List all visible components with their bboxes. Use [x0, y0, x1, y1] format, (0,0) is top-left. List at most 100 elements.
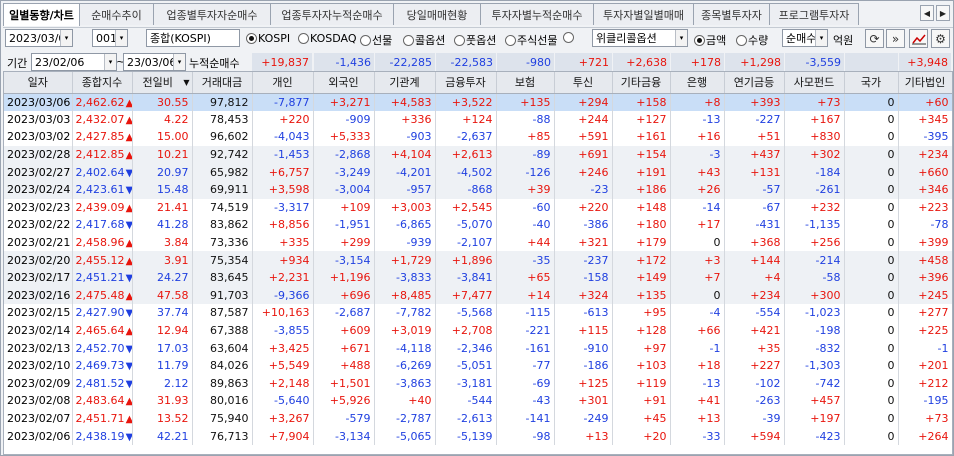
investor-cell: -6,269 [374, 356, 436, 375]
radio-dot-icon[interactable] [505, 34, 516, 46]
table-row[interactable]: 2023/02/072,451.71▲13.5275,940+3,267-579… [4, 409, 952, 428]
investor-cell: +13 [670, 409, 725, 428]
radio-mradios-0[interactable]: KOSPI [246, 32, 290, 45]
table-row[interactable]: 2023/02/082,483.64▲31.9380,016-5,640+5,9… [4, 392, 952, 410]
investor-cell: +7,904 [252, 427, 314, 445]
radio-mradios-6[interactable] [563, 32, 575, 43]
investor-cell: 0 [844, 180, 899, 199]
sort-dropdown-icon[interactable]: ▼ [183, 78, 189, 87]
market-code-dropdown-icon[interactable]: ▾ [115, 30, 127, 46]
radio-uradios-0[interactable]: 금액 [694, 32, 726, 48]
table-row[interactable]: 2023/02/282,412.85▲10.2192,742-1,453-2,8… [4, 145, 952, 164]
type-dropdown-icon[interactable]: ▾ [815, 30, 827, 46]
type-select[interactable]: 순매수 ▾ [782, 29, 828, 47]
tab-6[interactable]: 투자자별일별매매 [593, 3, 694, 25]
radio-dot-icon[interactable] [694, 34, 705, 46]
tab-4[interactable]: 당일매매현황 [393, 3, 481, 25]
column-header-4[interactable]: 개인 [252, 72, 314, 94]
column-header-14[interactable]: 국가 [844, 72, 899, 94]
tab-3[interactable]: 업종투자자누적순매수 [270, 3, 394, 25]
chart-icon[interactable] [909, 29, 928, 48]
investor-cell: +97 [612, 339, 671, 357]
from-calendar-icon[interactable]: ▾ [104, 54, 116, 70]
investor-daily-table[interactable]: 일자 종합지수 전일비 ▼ 거래대금 개인 외국인 기관계 금융투자 보험 투신 기타금융 은행 연기금등… [3, 71, 953, 455]
radio-mradios-3[interactable]: 콜옵션 [403, 32, 445, 48]
tab-8[interactable]: 프로그램투자자 [769, 3, 859, 25]
market-code-input[interactable]: 001 ▾ [92, 29, 128, 47]
radio-dot-icon[interactable] [360, 34, 371, 46]
next-icon[interactable]: » [886, 29, 905, 48]
column-header-5[interactable]: 외국인 [313, 72, 375, 94]
trade-value-cell: 83,645 [192, 268, 253, 287]
calendar-dropdown-icon[interactable]: ▾ [60, 30, 72, 46]
tab-1[interactable]: 순매수추이 [79, 3, 154, 25]
date-cell: 2023/02/15 [4, 304, 73, 322]
column-header-10[interactable]: 기타금융 [612, 72, 671, 94]
radio-mradios-1[interactable]: KOSDAQ [298, 32, 357, 45]
period-to-input[interactable]: 23/03/06 ▾ [123, 53, 186, 71]
column-header-2[interactable]: 전일비 ▼ [132, 72, 193, 94]
index-cell: 2,452.70▼ [72, 339, 133, 357]
table-row[interactable]: 2023/03/062,462.62▲30.5597,812-7,877+3,2… [4, 93, 952, 111]
radio-dot-icon[interactable] [246, 33, 257, 44]
column-header-8[interactable]: 보험 [496, 72, 555, 94]
period-from-input[interactable]: 23/02/06 ▾ [31, 53, 117, 71]
tab-0[interactable]: 일별동향/차트 [3, 3, 80, 26]
tab-next-button[interactable]: ▶ [936, 5, 950, 21]
column-header-6[interactable]: 기관계 [374, 72, 436, 94]
weekly-option-select[interactable]: 위클리콜옵션 ▾ [592, 29, 688, 47]
weekly-option-dropdown-icon[interactable]: ▾ [675, 30, 687, 46]
table-row[interactable]: 2023/02/152,427.90▼37.7487,587+10,163-2,… [4, 304, 952, 322]
column-header-3[interactable]: 거래대금 [192, 72, 253, 94]
investor-cell: -263 [724, 392, 785, 410]
refresh-icon[interactable]: ⟳ [865, 29, 884, 48]
column-header-7[interactable]: 금융투자 [435, 72, 497, 94]
table-row[interactable]: 2023/02/212,458.96▲3.8473,336+335+299-93… [4, 233, 952, 252]
radio-dot-icon[interactable] [563, 32, 574, 43]
column-header-11[interactable]: 은행 [670, 72, 725, 94]
radio-mradios-4[interactable]: 풋옵션 [454, 32, 496, 48]
table-row[interactable]: 2023/02/272,402.64▼20.9765,982+6,757-3,2… [4, 163, 952, 181]
column-header-13[interactable]: 사모펀드 [784, 72, 845, 94]
column-header-1[interactable]: 종합지수 [72, 72, 133, 94]
table-row[interactable]: 2023/03/032,432.07▲4.2278,453+220-909+33… [4, 110, 952, 129]
radio-dot-icon[interactable] [298, 33, 309, 44]
gear-icon[interactable]: ⚙ [931, 29, 950, 48]
market-code-value: 001 [96, 31, 117, 45]
investor-cell: +161 [612, 128, 671, 146]
investor-cell: +3,598 [252, 180, 314, 199]
radio-dot-icon[interactable] [454, 34, 465, 46]
radio-mradios-5[interactable]: 주식선물 [505, 32, 557, 48]
table-row[interactable]: 2023/02/142,465.64▲12.9467,388-3,855+609… [4, 321, 952, 340]
table-row[interactable]: 2023/02/232,439.09▲21.4174,519-3,317+109… [4, 198, 952, 217]
to-calendar-icon[interactable]: ▾ [173, 54, 185, 70]
column-header-12[interactable]: 연기금등 [724, 72, 785, 94]
investor-cell: +3,019 [374, 321, 436, 340]
table-row[interactable]: 2023/02/242,423.61▼15.4869,911+3,598-3,0… [4, 180, 952, 199]
table-row[interactable]: 2023/02/102,469.73▼11.7984,026+5,549+488… [4, 356, 952, 375]
column-header-15[interactable]: 기타법인 [898, 72, 952, 94]
table-row[interactable]: 2023/02/222,417.68▼41.2883,862+8,856-1,9… [4, 216, 952, 234]
table-row[interactable]: 2023/02/162,475.48▲47.5891,703-9,366+696… [4, 286, 952, 305]
column-header-0[interactable]: 일자 [4, 72, 73, 94]
investor-cell: +60 [898, 93, 952, 111]
investor-cell: +245 [898, 286, 952, 305]
radio-dot-icon[interactable] [403, 34, 414, 46]
investor-cell: 0 [844, 163, 899, 181]
tab-2[interactable]: 업종별투자자순매수 [153, 3, 271, 25]
table-row[interactable]: 2023/02/172,451.21▼24.2783,645+2,231+1,1… [4, 268, 952, 287]
table-row[interactable]: 2023/02/062,438.19▼42.2176,713+7,904-3,1… [4, 427, 952, 445]
radio-dot-icon[interactable] [736, 34, 747, 46]
date-input[interactable]: 2023/03/06 ▾ [5, 29, 73, 47]
radio-mradios-2[interactable]: 선물 [360, 32, 392, 48]
table-row[interactable]: 2023/02/202,455.12▲3.9175,354+934-3,154+… [4, 251, 952, 269]
radio-uradios-1[interactable]: 수량 [736, 32, 768, 48]
table-row[interactable]: 2023/02/132,452.70▼17.0363,604+3,425+671… [4, 339, 952, 357]
tab-5[interactable]: 투자자별누적순매수 [480, 3, 594, 25]
tab-prev-button[interactable]: ◀ [920, 5, 934, 21]
investor-cell: +3,522 [435, 93, 497, 111]
table-row[interactable]: 2023/03/022,427.85▲15.0096,602-4,043+5,3… [4, 128, 952, 146]
column-header-9[interactable]: 투신 [554, 72, 613, 94]
table-row[interactable]: 2023/02/092,481.52▼2.1289,863+2,148+1,50… [4, 374, 952, 393]
tab-7[interactable]: 종목별투자자 [693, 3, 770, 25]
